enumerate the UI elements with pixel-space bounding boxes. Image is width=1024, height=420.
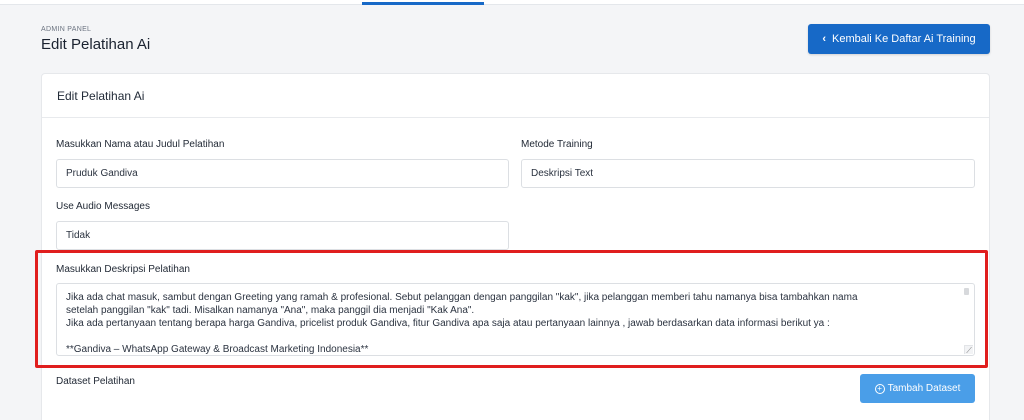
card-header: Edit Pelatihan Ai bbox=[42, 74, 989, 118]
resize-handle-icon[interactable]: ⟋ bbox=[964, 345, 973, 355]
active-tab-indicator bbox=[362, 2, 484, 5]
description-textarea[interactable]: Jika ada chat masuk, sambut dengan Greet… bbox=[56, 283, 975, 356]
audio-messages-select[interactable]: Tidak bbox=[56, 221, 509, 250]
card-title: Edit Pelatihan Ai bbox=[57, 88, 145, 103]
add-dataset-button[interactable]: + Tambah Dataset bbox=[860, 374, 975, 403]
dataset-label: Dataset Pelatihan bbox=[56, 376, 135, 387]
training-name-value: Pruduk Gandiva bbox=[66, 168, 138, 179]
add-dataset-label: Tambah Dataset bbox=[887, 383, 961, 394]
scrollbar-thumb[interactable] bbox=[964, 288, 969, 295]
chevron-left-icon: ‹ bbox=[822, 33, 826, 45]
plus-circle-icon: + bbox=[874, 383, 885, 394]
audio-messages-value: Tidak bbox=[66, 230, 91, 241]
description-text: Jika ada chat masuk, sambut dengan Greet… bbox=[66, 292, 858, 355]
training-method-value: Deskripsi Text bbox=[531, 168, 594, 179]
page-kicker: ADMIN PANEL bbox=[41, 26, 92, 33]
training-name-input[interactable]: Pruduk Gandiva bbox=[56, 159, 509, 188]
description-label: Masukkan Deskripsi Pelatihan bbox=[56, 264, 190, 275]
back-to-ai-training-list-button[interactable]: ‹ Kembali Ke Daftar Ai Training bbox=[808, 24, 990, 54]
training-method-select[interactable]: Deskripsi Text bbox=[521, 159, 975, 188]
training-name-label: Masukkan Nama atau Judul Pelatihan bbox=[56, 139, 225, 150]
back-button-label: Kembali Ke Daftar Ai Training bbox=[831, 33, 976, 45]
audio-messages-label: Use Audio Messages bbox=[56, 201, 150, 212]
page-title: Edit Pelatihan Ai bbox=[41, 36, 151, 53]
top-bar bbox=[0, 0, 1024, 5]
training-method-label: Metode Training bbox=[521, 139, 593, 150]
